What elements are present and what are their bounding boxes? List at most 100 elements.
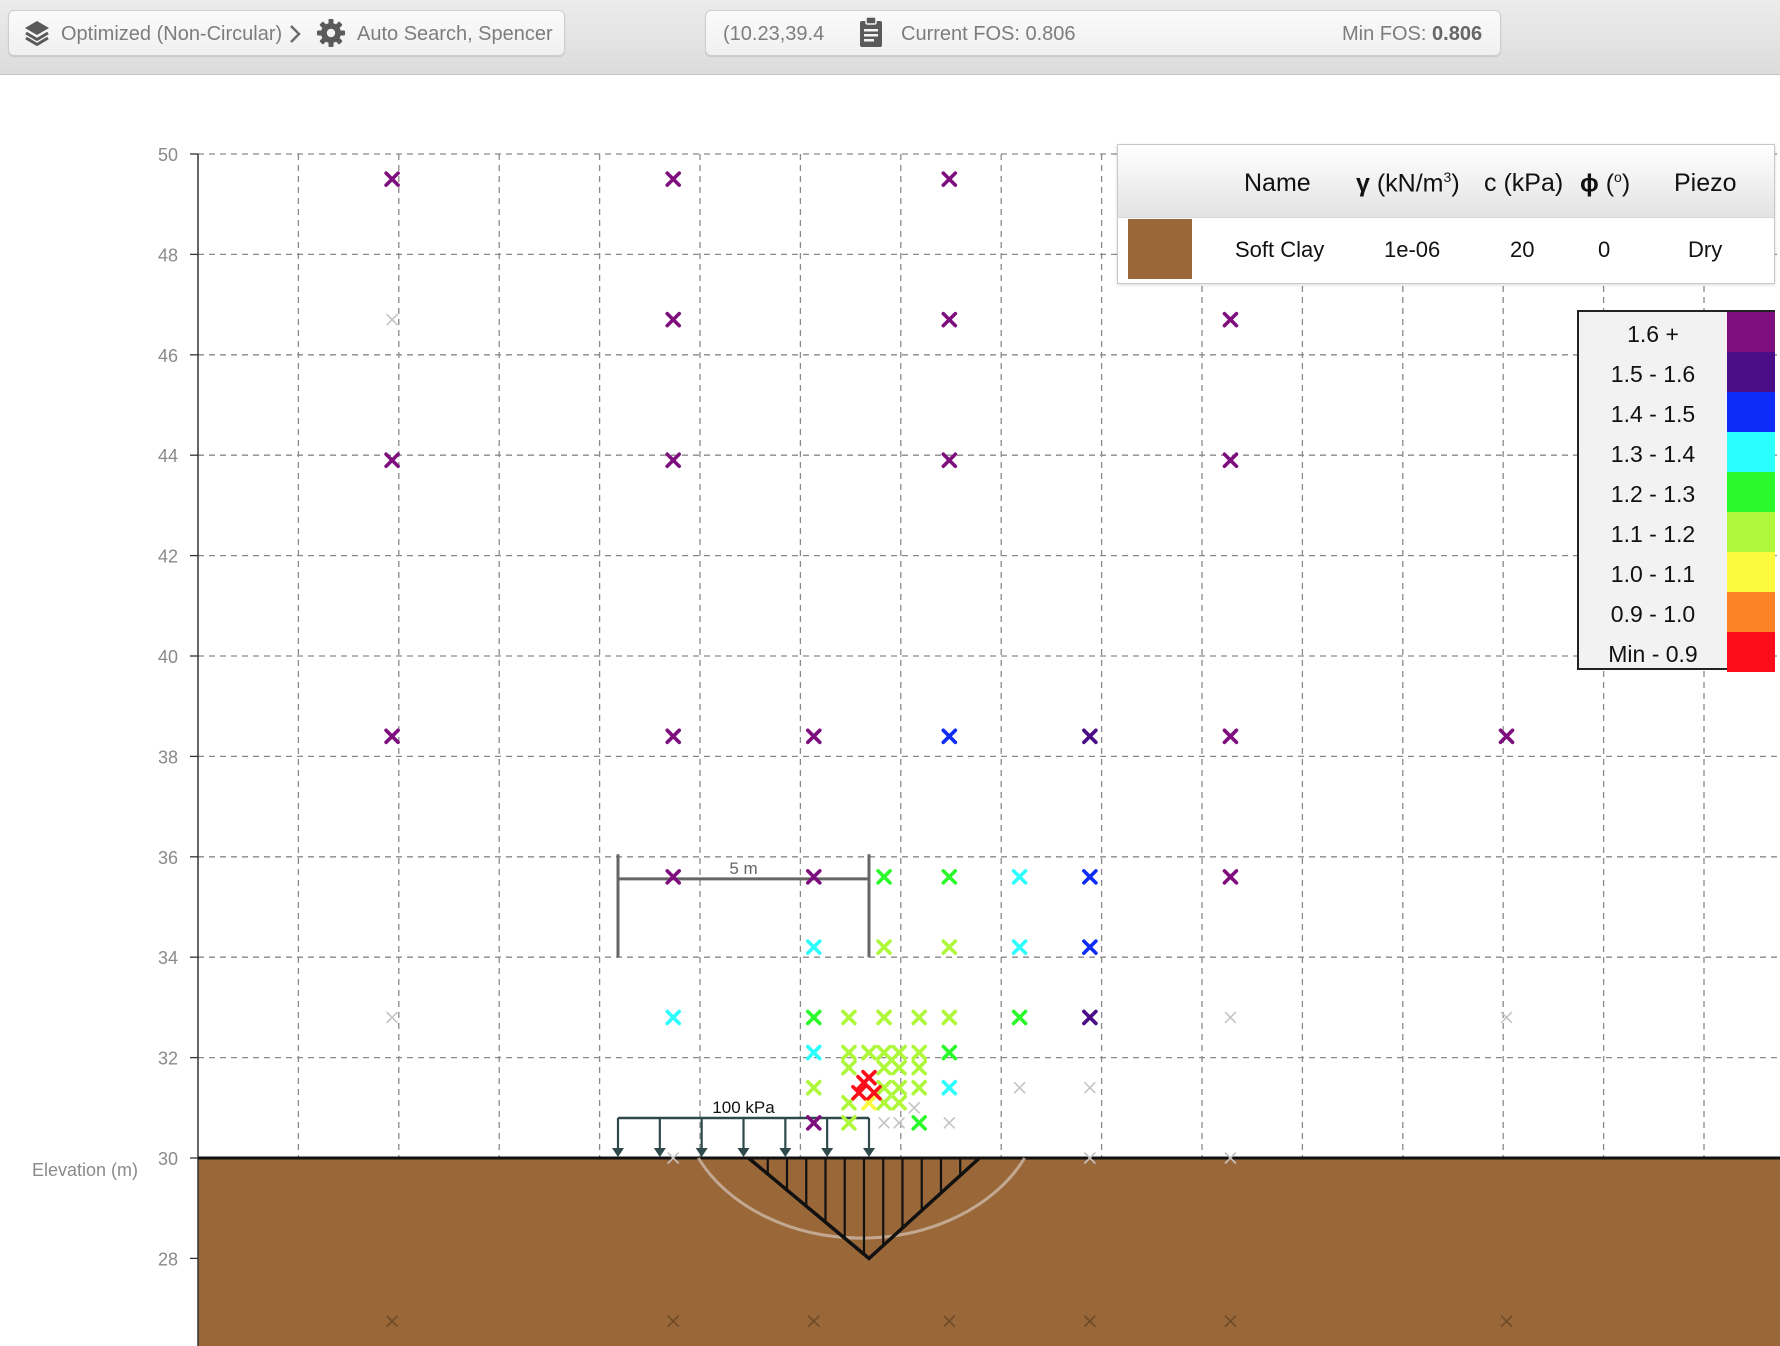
fos-marker[interactable] bbox=[941, 939, 958, 955]
phi-sup: o bbox=[1614, 169, 1622, 185]
unevaluated-marker[interactable] bbox=[1084, 1081, 1096, 1094]
unevaluated-marker[interactable] bbox=[386, 313, 398, 326]
fos-marker[interactable] bbox=[1222, 311, 1239, 328]
unevaluated-marker[interactable] bbox=[908, 1102, 920, 1114]
fos-marker[interactable] bbox=[911, 1044, 928, 1061]
fos-marker[interactable] bbox=[911, 1115, 928, 1131]
min-fos: Min FOS: 0.806 bbox=[1342, 23, 1482, 46]
y-tick-label: 32 bbox=[158, 1049, 178, 1069]
y-tick-label: 42 bbox=[158, 547, 178, 567]
fos-marker[interactable] bbox=[911, 1059, 928, 1076]
legend-swatch bbox=[1727, 312, 1775, 352]
breadcrumb-method[interactable]: Optimized (Non-Circular) bbox=[61, 23, 282, 46]
legend-label: 1.2 - 1.3 bbox=[1610, 481, 1696, 507]
breadcrumb-search[interactable]: Auto Search, Spencer bbox=[357, 23, 553, 46]
y-tick-label: 44 bbox=[158, 446, 178, 466]
material-name: Soft Clay bbox=[1235, 237, 1325, 262]
fos-marker[interactable] bbox=[891, 1044, 907, 1061]
fos-marker[interactable] bbox=[1011, 869, 1028, 885]
fos-marker[interactable] bbox=[876, 1044, 892, 1061]
fos-marker[interactable] bbox=[805, 869, 822, 885]
fos-marker[interactable] bbox=[941, 171, 958, 187]
fos-marker[interactable] bbox=[665, 1009, 682, 1026]
fos-marker[interactable] bbox=[384, 452, 400, 469]
fos-marker[interactable] bbox=[876, 1059, 892, 1076]
fos-marker[interactable] bbox=[1011, 939, 1028, 955]
fos-marker[interactable] bbox=[805, 1044, 822, 1061]
fos-marker[interactable] bbox=[911, 1009, 928, 1026]
unevaluated-marker[interactable] bbox=[893, 1117, 905, 1129]
min-fos-label: Min FOS: bbox=[1342, 23, 1427, 45]
legend-item: 1.4 - 1.5 bbox=[1579, 392, 1775, 432]
fos-marker[interactable] bbox=[1222, 869, 1239, 885]
distributed-load[interactable]: 100 kPa bbox=[612, 1098, 875, 1157]
dimension-marker: 5 m bbox=[616, 854, 871, 958]
material-piezo: Dry bbox=[1688, 237, 1723, 262]
legend-label: 1.3 - 1.4 bbox=[1610, 441, 1696, 467]
fos-marker[interactable] bbox=[665, 452, 682, 469]
load-arrowhead bbox=[612, 1148, 624, 1157]
fos-marker[interactable] bbox=[1082, 869, 1098, 885]
fos-marker[interactable] bbox=[665, 311, 682, 328]
fos-marker[interactable] bbox=[891, 1079, 907, 1096]
fos-marker[interactable] bbox=[805, 939, 822, 955]
fos-marker[interactable] bbox=[861, 1069, 877, 1086]
fos-marker[interactable] bbox=[805, 1079, 822, 1096]
fos-marker[interactable] bbox=[1222, 452, 1239, 469]
fos-marker[interactable] bbox=[941, 1079, 958, 1096]
y-tick-label: 38 bbox=[158, 747, 178, 767]
fos-marker[interactable] bbox=[941, 728, 958, 745]
fos-grid-markers[interactable] bbox=[384, 171, 1515, 1327]
fos-marker[interactable] bbox=[861, 1044, 877, 1061]
phi-unit: ( bbox=[1605, 169, 1615, 198]
fos-marker[interactable] bbox=[941, 311, 958, 328]
load-arrowhead bbox=[737, 1148, 750, 1157]
unevaluated-marker[interactable] bbox=[878, 1117, 890, 1129]
fos-marker[interactable] bbox=[665, 869, 682, 885]
legend-item: 1.2 - 1.3 bbox=[1579, 472, 1775, 512]
fos-marker[interactable] bbox=[841, 1044, 857, 1061]
fos-marker[interactable] bbox=[1082, 939, 1098, 955]
fos-marker[interactable] bbox=[805, 728, 822, 745]
legend-item: 1.3 - 1.4 bbox=[1579, 432, 1775, 472]
fos-marker[interactable] bbox=[891, 1059, 907, 1076]
dimension-label: 5 m bbox=[729, 859, 757, 878]
fos-marker[interactable] bbox=[841, 1059, 857, 1076]
legend-swatch bbox=[1727, 512, 1775, 552]
gear-icon bbox=[317, 19, 345, 47]
fos-marker[interactable] bbox=[665, 728, 682, 745]
material-friction-angle: 0 bbox=[1598, 237, 1611, 262]
unevaluated-marker[interactable] bbox=[1224, 1011, 1237, 1024]
fos-marker[interactable] bbox=[1082, 728, 1098, 745]
fos-marker[interactable] bbox=[911, 1079, 928, 1096]
y-tick-label: 50 bbox=[158, 145, 178, 165]
fos-marker[interactable] bbox=[941, 452, 958, 469]
legend-label: Min - 0.9 bbox=[1608, 641, 1698, 667]
fos-marker[interactable] bbox=[805, 1009, 822, 1026]
fos-marker[interactable] bbox=[841, 1009, 857, 1026]
unevaluated-marker[interactable] bbox=[1013, 1081, 1026, 1094]
header-piezo: Piezo bbox=[1674, 169, 1737, 197]
fos-marker[interactable] bbox=[1082, 1009, 1098, 1026]
y-tick-label: 46 bbox=[158, 346, 178, 366]
fos-marker[interactable] bbox=[941, 1009, 958, 1026]
fos-marker[interactable] bbox=[384, 728, 400, 745]
fos-marker[interactable] bbox=[941, 1044, 958, 1061]
fos-marker[interactable] bbox=[876, 869, 892, 885]
legend-swatch bbox=[1727, 552, 1775, 592]
fos-marker[interactable] bbox=[1222, 728, 1239, 745]
fos-marker[interactable] bbox=[1011, 1009, 1028, 1026]
fos-marker[interactable] bbox=[891, 1094, 907, 1111]
material-color-swatch[interactable] bbox=[1128, 219, 1192, 279]
fos-marker[interactable] bbox=[876, 939, 892, 955]
clipboard-icon[interactable] bbox=[858, 16, 884, 48]
soft-clay-ground[interactable] bbox=[198, 1158, 1780, 1346]
unevaluated-marker[interactable] bbox=[943, 1117, 956, 1129]
fos-marker[interactable] bbox=[384, 171, 400, 187]
fos-marker[interactable] bbox=[876, 1009, 892, 1026]
unevaluated-marker[interactable] bbox=[386, 1011, 398, 1024]
fos-marker[interactable] bbox=[1498, 728, 1515, 745]
fos-marker[interactable] bbox=[941, 869, 958, 885]
fos-marker[interactable] bbox=[665, 171, 682, 187]
legend-label: 1.0 - 1.1 bbox=[1610, 561, 1696, 587]
